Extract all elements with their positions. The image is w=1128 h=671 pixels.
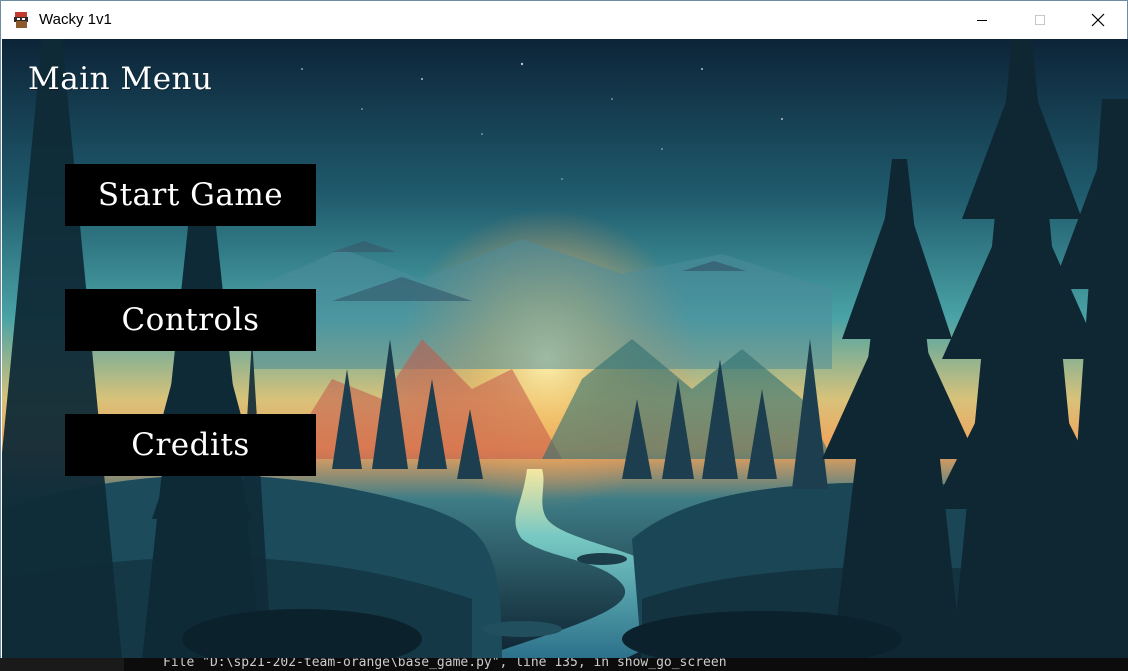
- console-output-strip: File "D:\sp21-202-team-orange\base_game.…: [0, 658, 1128, 671]
- credits-button[interactable]: Credits: [65, 414, 316, 476]
- title-bar[interactable]: Wacky 1v1: [1, 1, 1127, 38]
- console-gutter: [0, 658, 124, 671]
- main-menu-title: Main Menu: [28, 61, 213, 97]
- maximize-button[interactable]: [1011, 1, 1069, 38]
- minimize-icon: [977, 19, 987, 21]
- controls-button[interactable]: Controls: [65, 289, 316, 351]
- start-game-button[interactable]: Start Game: [65, 164, 316, 226]
- maximize-icon: [1035, 14, 1045, 25]
- close-icon: [1091, 13, 1105, 26]
- close-button[interactable]: [1069, 1, 1127, 38]
- window-title: Wacky 1v1: [39, 11, 112, 28]
- game-window: Wacky 1v1 Main Menu Start Game Controls …: [0, 0, 1128, 660]
- console-traceback-line: File "D:\sp21-202-team-orange\base_game.…: [163, 658, 727, 670]
- game-viewport: Main Menu Start Game Controls Credits: [2, 39, 1128, 660]
- minimize-button[interactable]: [953, 1, 1011, 38]
- app-icon: [12, 10, 32, 30]
